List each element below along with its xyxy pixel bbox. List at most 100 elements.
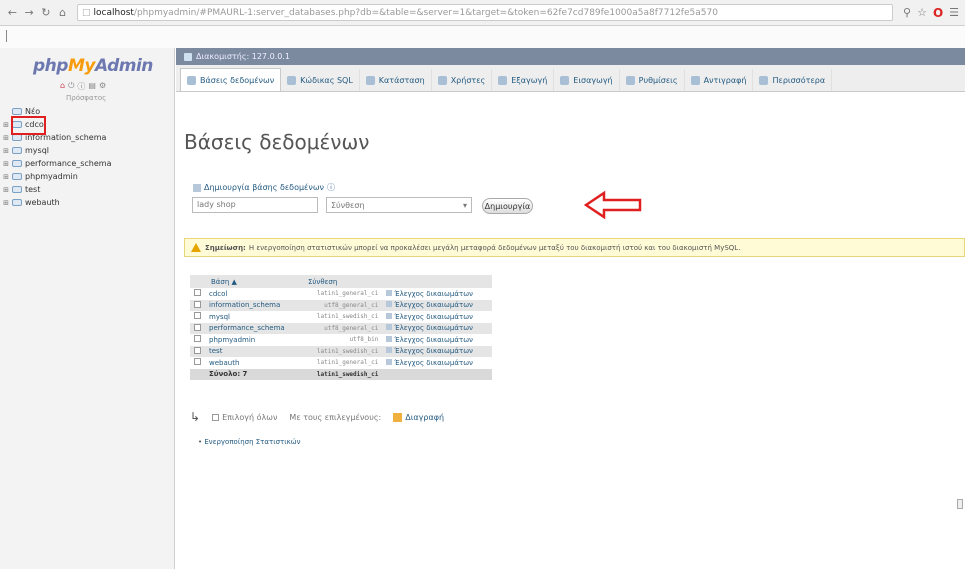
sidebar-item-db[interactable]: ⊞ performance_schema [2, 157, 172, 170]
expand-icon[interactable]: ⊞ [2, 186, 10, 194]
row-checkbox[interactable] [194, 323, 201, 331]
expand-icon[interactable]: ⊞ [2, 160, 10, 168]
check-privileges-link[interactable]: Έλεγχος δικαιωμάτων [382, 334, 492, 346]
row-checkbox[interactable] [194, 346, 201, 354]
total-empty-cell [190, 368, 205, 380]
check-privileges-link[interactable]: Έλεγχος δικαιωμάτων [382, 357, 492, 369]
database-name-link[interactable]: cdcol [205, 288, 302, 300]
help-icon[interactable]: ⓘ [77, 81, 85, 92]
expand-icon[interactable]: ⊞ [2, 147, 10, 155]
database-name-link[interactable]: mysql [205, 311, 302, 323]
logout-icon[interactable]: ⏻ [68, 81, 74, 92]
chevron-down-icon: ▾ [462, 200, 467, 210]
check-privileges-link[interactable]: Έλεγχος δικαιωμάτων [382, 322, 492, 334]
database-name-link[interactable]: performance_schema [205, 322, 302, 334]
database-name-link[interactable]: information_schema [205, 299, 302, 311]
row-checkbox[interactable] [194, 358, 201, 366]
home-icon[interactable]: ⌂ [60, 81, 65, 92]
sidebar-item-db[interactable]: ⊞ phpmyadmin [2, 170, 172, 183]
expand-icon[interactable]: ⊞ [2, 173, 10, 181]
tab-1[interactable]: Κώδικας SQL [281, 69, 360, 91]
phpmyadmin-logo[interactable]: phpMyAdmin [33, 56, 153, 76]
sidebar-item-label: mysql [25, 146, 49, 155]
tab-6[interactable]: Ρυθμίσεις [620, 69, 685, 91]
table-row: information_schema utf8_general_ci Έλεγχος… [190, 299, 492, 311]
expand-icon[interactable]: ⊞ [2, 134, 10, 142]
address-bar[interactable]: □ localhost /phpmyadmin/#PMAURL-1:server… [77, 4, 893, 21]
sidebar-item-db[interactable]: ⊞ webauth [2, 196, 172, 209]
bookmark-icon[interactable]: ☆ [917, 6, 927, 19]
database-icon [12, 147, 22, 154]
check-privileges-link[interactable]: Έλεγχος δικαιωμάτων [382, 345, 492, 357]
tab-icon [187, 75, 196, 85]
breadcrumb-server[interactable]: Διακομιστής: 127.0.0.1 [196, 52, 290, 61]
table-row: webauth latin1_general_ci Έλεγχος δικαιωμά… [190, 357, 492, 369]
tab-3[interactable]: Χρήστες [432, 69, 493, 91]
tab-8[interactable]: Περισσότερα [753, 69, 833, 91]
tab-0[interactable]: Βάσεις δεδομένων [180, 68, 282, 91]
row-checkbox-cell[interactable] [190, 322, 205, 334]
sidebar-item-db[interactable]: ⊞ test [2, 183, 172, 196]
help-icon[interactable]: ⓘ [327, 182, 335, 193]
privileges-icon [386, 301, 393, 308]
opera-icon[interactable]: O [933, 6, 943, 20]
drop-button[interactable]: Διαγραφή [393, 412, 444, 422]
check-privileges-label: Έλεγχος δικαιωμάτων [394, 347, 473, 356]
row-checkbox[interactable] [194, 289, 201, 297]
check-privileges-link[interactable]: Έλεγχος δικαιωμάτων [382, 311, 492, 323]
forward-arrow-icon[interactable]: → [23, 6, 36, 20]
back-arrow-icon[interactable]: ← [6, 6, 19, 20]
sidebar-item-db[interactable]: ⊞ mysql [2, 144, 172, 157]
row-checkbox-cell[interactable] [190, 345, 205, 357]
main-content: Διακομιστής: 127.0.0.1 Βάσεις δεδομένων Κ… [176, 48, 965, 569]
collation-select[interactable]: Σύνθεση ▾ [326, 197, 472, 213]
docs-icon[interactable]: ▤ [88, 81, 96, 92]
tab-7[interactable]: Αντιγραφή [685, 69, 754, 91]
row-checkbox[interactable] [194, 335, 201, 343]
expand-icon[interactable]: ⊞ [2, 121, 10, 129]
location-pin-icon[interactable]: ⚲ [903, 6, 911, 19]
url-path: /phpmyadmin/#PMAURL-1:server_databases.p… [133, 7, 718, 18]
tab-2[interactable]: Κατάσταση [360, 69, 432, 91]
check-privileges-link[interactable]: Έλεγχος δικαιωμάτων [382, 299, 492, 311]
create-button[interactable]: Δημιουργία [482, 198, 533, 214]
expand-icon[interactable]: ⊞ [2, 199, 10, 207]
column-header-database[interactable]: Βάση ▲ [205, 275, 302, 288]
database-name-link[interactable]: test [205, 345, 302, 357]
check-privileges-link[interactable]: Έλεγχος δικαιωμάτων [382, 288, 492, 300]
row-checkbox-cell[interactable] [190, 311, 205, 323]
database-name-link[interactable]: phpmyadmin [205, 334, 302, 346]
with-selected-label: Με τους επιλεγμένους: [289, 412, 382, 422]
enable-statistics-link[interactable]: Ενεργοποίηση Στατιστικών [198, 438, 300, 446]
sidebar-item-label: test [25, 185, 41, 194]
row-checkbox[interactable] [194, 300, 201, 308]
database-name-link[interactable]: webauth [205, 357, 302, 369]
database-name-input[interactable]: lady shop [192, 197, 318, 213]
reload-icon[interactable]: ↻ [40, 6, 53, 20]
collation-cell: utf8_general_ci [301, 299, 383, 311]
tab-label: Κατάσταση [378, 75, 425, 85]
row-checkbox-cell[interactable] [190, 288, 205, 300]
table-row: performance_schema utf8_general_ci Έλεγχος… [190, 322, 492, 334]
checkbox[interactable] [212, 413, 220, 421]
row-checkbox-cell[interactable] [190, 299, 205, 311]
logo-php: php [33, 56, 68, 76]
tab-icon [560, 75, 570, 85]
page-strip [0, 26, 965, 48]
tab-5[interactable]: Εισαγωγή [554, 69, 620, 91]
create-database-label: Δημιουργία βάσης δεδομένων ⓘ [193, 182, 335, 193]
privileges-icon [386, 358, 393, 365]
settings-icon[interactable]: ⚙ [99, 81, 106, 92]
select-all-checkbox[interactable]: Επιλογή όλων [212, 413, 277, 422]
recent-tables-label[interactable]: Πρόσφατος [66, 94, 106, 102]
table-row: mysql latin1_swedish_ci Έλεγχος δικαιωμάτω… [190, 311, 492, 323]
row-checkbox[interactable] [194, 312, 201, 320]
tab-4[interactable]: Εξαγωγή [492, 69, 555, 91]
row-checkbox-cell[interactable] [190, 334, 205, 346]
collation-cell: latin1_swedish_ci [301, 311, 383, 323]
row-checkbox-cell[interactable] [190, 357, 205, 369]
scroll-handle[interactable] [957, 499, 963, 509]
menu-icon[interactable]: ☰ [949, 6, 959, 19]
column-header-collation[interactable]: Σύνθεση [301, 275, 383, 288]
home-icon[interactable]: ⌂ [56, 6, 69, 20]
